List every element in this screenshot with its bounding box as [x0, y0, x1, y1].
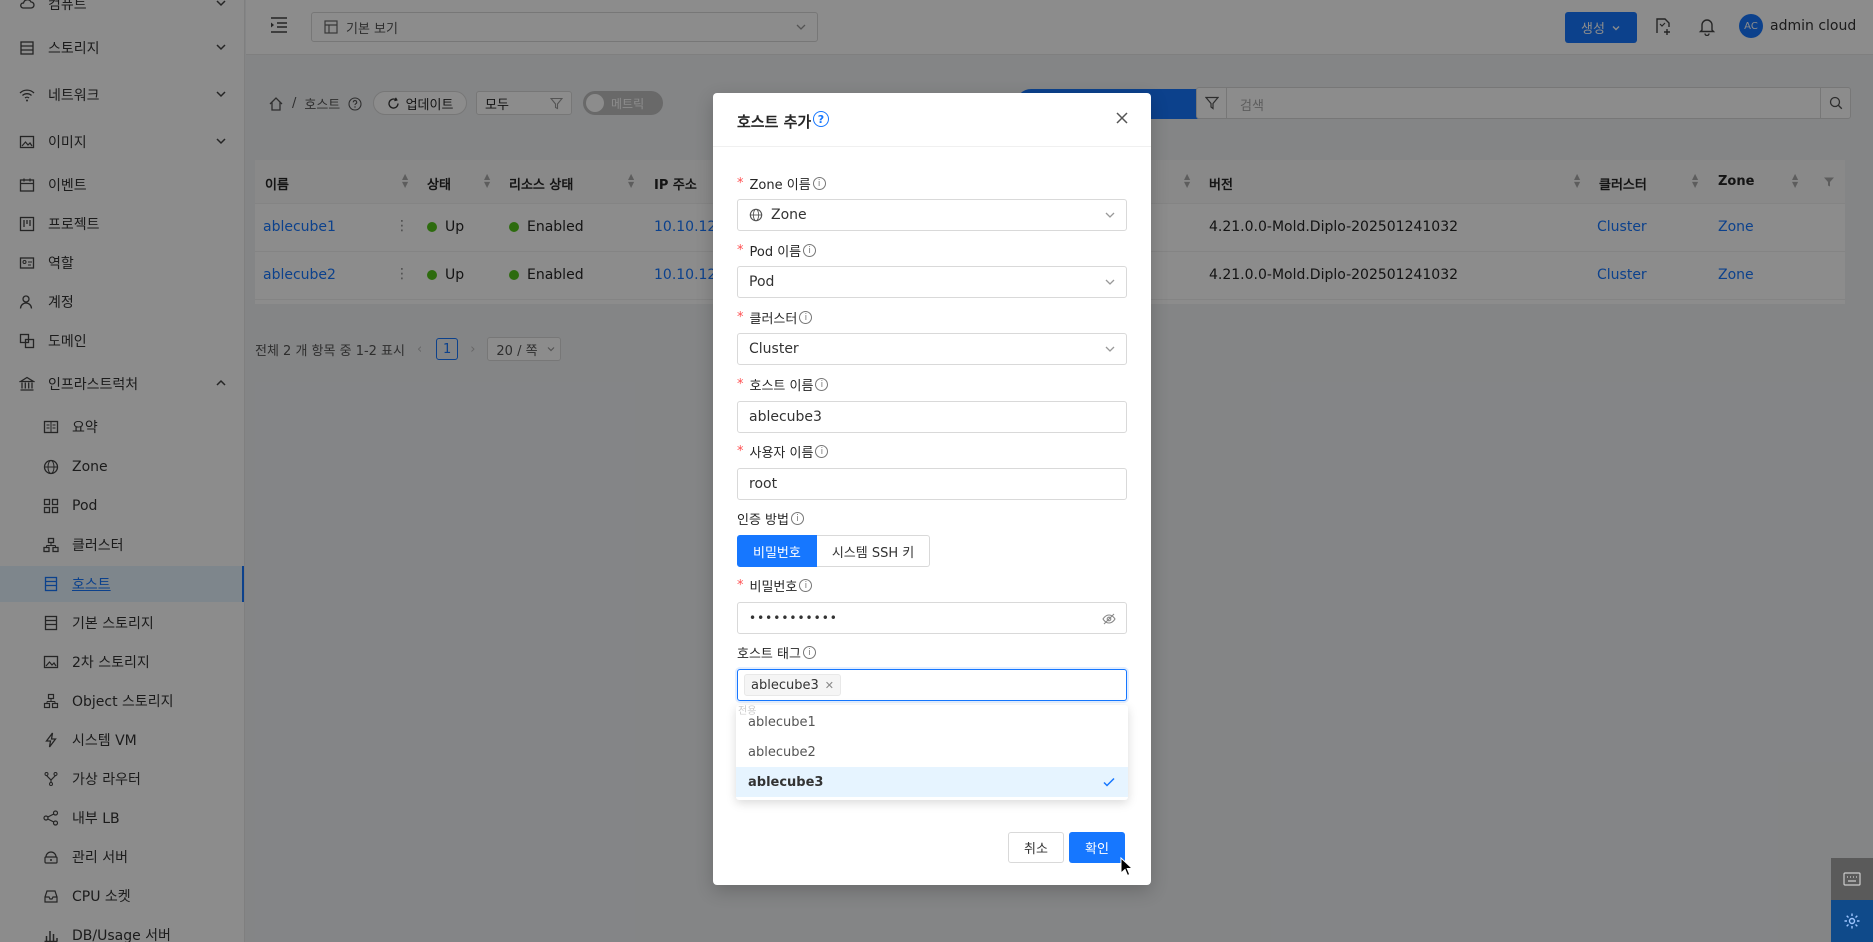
hostname-input[interactable]: ablecube3 [737, 401, 1127, 433]
pod-label: * Pod 이름 i [737, 241, 817, 260]
dropdown-option-selected[interactable]: ablecube3 [736, 767, 1128, 797]
username-input[interactable]: root [737, 468, 1127, 500]
host-tag-dropdown: 전용 ablecube1 ablecube2 ablecube3 [736, 705, 1128, 800]
label-text: 호스트 이름 [749, 379, 814, 394]
option-text: ablecube3 [748, 774, 824, 790]
password-input[interactable]: ••••••••••• [737, 602, 1127, 634]
cluster-select-value: Cluster [749, 341, 799, 357]
check-icon [1102, 775, 1116, 793]
label-text: 비밀번호 [749, 580, 798, 595]
auth-password-option[interactable]: 비밀번호 [737, 535, 817, 567]
host-tag-label: 호스트 태그 i [737, 643, 816, 662]
required-mark: * [737, 578, 744, 593]
cluster-select[interactable]: Cluster [737, 333, 1127, 365]
password-value: ••••••••••• [749, 611, 838, 625]
tag-text: ablecube3 [751, 677, 819, 693]
required-mark: * [737, 377, 744, 392]
pod-select[interactable]: Pod [737, 266, 1127, 298]
selected-tag: ablecube3 ✕ [744, 674, 841, 696]
label-text: 사용자 이름 [749, 446, 814, 461]
info-icon[interactable]: i [799, 311, 813, 324]
zone-select-value: Zone [771, 207, 807, 223]
gear-icon [1843, 912, 1861, 930]
auth-method-label: 인증 방법 i [737, 509, 804, 528]
zone-label: * Zone 이름 i [737, 174, 826, 193]
info-icon[interactable]: i [815, 378, 829, 391]
help-icon[interactable]: ? [813, 111, 829, 127]
eye-invisible-icon[interactable] [1102, 612, 1116, 630]
required-mark: * [737, 444, 744, 459]
keyboard-icon [1843, 872, 1861, 886]
label-text: 호스트 태그 [737, 647, 801, 662]
required-mark: * [737, 310, 744, 325]
cluster-label: * 클러스터 i [737, 308, 813, 327]
tag-remove-icon[interactable]: ✕ [825, 679, 834, 692]
zone-select[interactable]: Zone [737, 199, 1127, 231]
auth-ssh-key-option[interactable]: 시스템 SSH 키 [816, 535, 931, 567]
ok-button[interactable]: 확인 [1069, 832, 1125, 863]
dropdown-option[interactable]: ablecube2 [736, 737, 1128, 767]
close-icon[interactable] [1113, 109, 1131, 127]
chevron-down-icon [1104, 209, 1116, 225]
required-mark: * [737, 243, 744, 258]
label-text: Pod 이름 [749, 245, 802, 260]
info-icon[interactable]: i [815, 445, 829, 458]
auth-method-toggle: 비밀번호 시스템 SSH 키 [737, 535, 931, 567]
host-tag-select[interactable]: ablecube3 ✕ [737, 669, 1127, 701]
username-label: * 사용자 이름 i [737, 442, 829, 461]
dialog-title: 호스트 추가 [737, 113, 812, 131]
chevron-down-icon [1104, 276, 1116, 292]
label-text: 클러스터 [749, 312, 798, 327]
keyboard-float-button[interactable] [1831, 858, 1873, 900]
pod-select-value: Pod [749, 274, 775, 290]
dropdown-option[interactable]: ablecube1 [736, 707, 1128, 737]
password-label: * 비밀번호 i [737, 576, 813, 595]
label-text: Zone 이름 [749, 178, 811, 193]
dialog-header: 호스트 추가 ? [713, 93, 1151, 147]
hostname-label: * 호스트 이름 i [737, 375, 829, 394]
info-icon[interactable]: i [812, 177, 826, 190]
settings-float-button[interactable] [1831, 900, 1873, 942]
chevron-down-icon [1104, 343, 1116, 359]
label-text: 인증 방법 [737, 513, 789, 528]
globe-icon [749, 208, 763, 222]
cancel-button[interactable]: 취소 [1008, 832, 1064, 863]
required-mark: * [737, 176, 744, 191]
info-icon[interactable]: i [803, 244, 817, 257]
mouse-cursor-icon [1120, 856, 1134, 877]
info-icon[interactable]: i [790, 512, 804, 525]
info-icon[interactable]: i [802, 646, 816, 659]
info-icon[interactable]: i [799, 579, 813, 592]
add-host-dialog: 호스트 추가 ? * Zone 이름 i Zone * Pod 이름 i Pod * 클러… [713, 93, 1151, 885]
